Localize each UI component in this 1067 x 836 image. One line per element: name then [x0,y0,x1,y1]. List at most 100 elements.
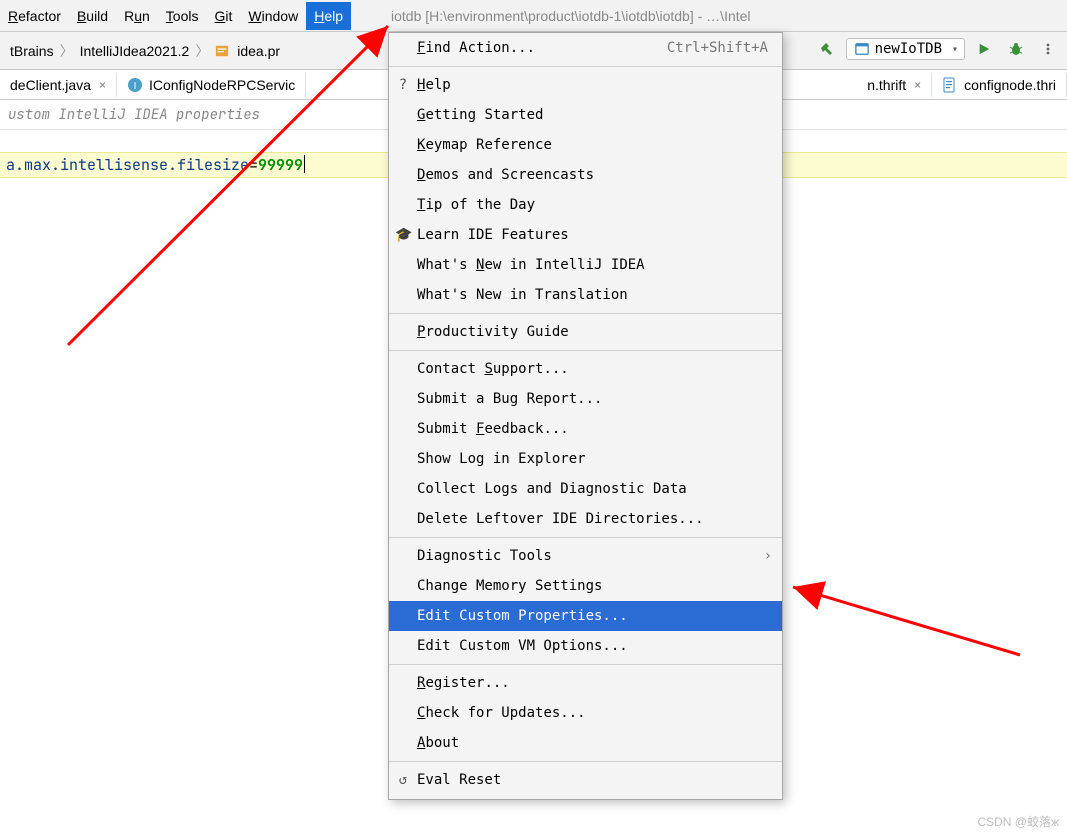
play-icon [977,42,991,56]
breadcrumb-item[interactable]: tBrains [6,41,58,61]
menu-item-label: About [417,735,459,751]
menu-item-label: Find Action... [417,40,535,56]
run-config-selector[interactable]: newIoTDB [846,38,965,60]
menu-item-label: Keymap Reference [417,137,552,153]
code-equals: = [249,155,258,175]
menu-item-productivity-guide[interactable]: Productivity Guide [389,317,782,347]
menu-item-collect-logs-and-diagnostic-data[interactable]: Collect Logs and Diagnostic Data [389,474,782,504]
tab-n-thrift[interactable]: n.thrift × [857,73,932,97]
menu-item-label: Tip of the Day [417,197,535,213]
menu-item-label: Submit a Bug Report... [417,391,602,407]
submenu-arrow-icon: › [764,548,772,564]
menu-item-what-s-new-in-intellij-idea[interactable]: What's New in IntelliJ IDEA [389,250,782,280]
menu-separator [389,664,782,665]
help-icon: ? [395,77,411,93]
menu-git[interactable]: Git [206,2,240,30]
code-property-value: 99999 [258,155,303,175]
menu-item-edit-custom-vm-options[interactable]: Edit Custom VM Options... [389,631,782,661]
menu-item-contact-support[interactable]: Contact Support... [389,354,782,384]
menu-item-label: Edit Custom VM Options... [417,638,628,654]
menu-shortcut: Ctrl+Shift+A [667,40,768,56]
menu-item-label: Collect Logs and Diagnostic Data [417,481,687,497]
properties-file-icon [215,44,229,58]
tab-iconfignoderpcservice[interactable]: I IConfigNodeRPCServic [117,73,306,97]
menu-item-what-s-new-in-translation[interactable]: What's New in Translation [389,280,782,310]
tab-label: n.thrift [867,77,906,93]
menu-window[interactable]: Window [240,2,306,30]
menu-separator [389,350,782,351]
menu-item-label: Delete Leftover IDE Directories... [417,511,704,527]
menu-item-help[interactable]: ? Help [389,70,782,100]
menu-item-getting-started[interactable]: Getting Started [389,100,782,130]
menu-item-label: Edit Custom Properties... [417,608,628,624]
menu-tools[interactable]: Tools [158,2,207,30]
menu-item-keymap-reference[interactable]: Keymap Reference [389,130,782,160]
breadcrumb[interactable]: tBrains 〉 IntelliJIdea2021.2 〉 idea.pr [6,41,284,61]
menu-item-submit-a-bug-report[interactable]: Submit a Bug Report... [389,384,782,414]
tab-confignode-thrift[interactable]: confignode.thri [932,73,1067,97]
menu-run[interactable]: Run [116,2,158,30]
menu-item-label: What's New in IntelliJ IDEA [417,257,645,273]
hammer-icon [819,41,835,57]
menu-item-find-action[interactable]: Find Action... Ctrl+Shift+A [389,33,782,63]
menu-item-register[interactable]: Register... [389,668,782,698]
menu-separator [389,66,782,67]
menu-item-label: Change Memory Settings [417,578,602,594]
bug-icon [1008,41,1024,57]
graduation-icon: 🎓 [395,227,411,243]
menu-item-demos-and-screencasts[interactable]: Demos and Screencasts [389,160,782,190]
debug-button[interactable] [1003,36,1029,62]
menu-help[interactable]: Help [306,2,351,30]
menu-build[interactable]: Build [69,2,116,30]
close-icon[interactable]: × [99,78,106,92]
menu-item-label: Eval Reset [417,772,501,788]
menu-item-tip-of-the-day[interactable]: Tip of the Day [389,190,782,220]
menu-item-delete-leftover-ide-directories[interactable]: Delete Leftover IDE Directories... [389,504,782,534]
breadcrumb-item[interactable]: idea.pr [211,41,284,61]
build-button[interactable] [814,36,840,62]
tab-declient-java[interactable]: deClient.java × [0,73,117,97]
run-button[interactable] [971,36,997,62]
menubar: Refactor Build Run Tools Git Window Help… [0,0,1067,32]
tab-label: confignode.thri [964,77,1056,93]
tab-label: deClient.java [10,77,91,93]
menu-separator [389,537,782,538]
help-menu-dropdown: Find Action... Ctrl+Shift+A? Help Getting S… [388,32,783,800]
menu-item-about[interactable]: About [389,728,782,758]
menu-item-label: Diagnostic Tools [417,548,552,564]
kebab-icon [1042,43,1054,55]
menu-refactor[interactable]: Refactor [0,2,69,30]
code-property-key: a.max.intellisense.filesize [6,155,249,175]
refresh-icon: ↺ [395,772,411,788]
application-icon [855,42,869,56]
menu-item-label: Help [417,77,451,93]
menu-item-label: Show Log in Explorer [417,451,586,467]
run-config-label: newIoTDB [875,41,942,57]
svg-text:I: I [134,81,137,92]
thrift-file-icon [942,77,958,93]
window-title: iotdb [H:\environment\product\iotdb-1\io… [391,8,751,24]
menu-item-diagnostic-tools[interactable]: Diagnostic Tools › [389,541,782,571]
close-icon[interactable]: × [914,78,921,92]
menu-item-submit-feedback[interactable]: Submit Feedback... [389,414,782,444]
run-toolbar: newIoTDB [814,36,1061,62]
menu-item-eval-reset[interactable]: ↺ Eval Reset [389,765,782,795]
menu-item-label: Demos and Screencasts [417,167,594,183]
breadcrumb-item[interactable]: IntelliJIdea2021.2 [76,41,194,61]
breadcrumb-sep: 〉 [58,41,76,61]
menu-item-learn-ide-features[interactable]: 🎓 Learn IDE Features [389,220,782,250]
menu-item-label: What's New in Translation [417,287,628,303]
menu-item-check-for-updates[interactable]: Check for Updates... [389,698,782,728]
tab-label: IConfigNodeRPCServic [149,77,295,93]
menu-item-label: Submit Feedback... [417,421,569,437]
menu-item-label: Productivity Guide [417,324,569,340]
watermark: CSDN @蛟落ж [977,813,1059,830]
java-interface-icon: I [127,77,143,93]
menu-item-change-memory-settings[interactable]: Change Memory Settings [389,571,782,601]
more-run-button[interactable] [1035,36,1061,62]
menu-item-show-log-in-explorer[interactable]: Show Log in Explorer [389,444,782,474]
menu-separator [389,313,782,314]
menu-item-edit-custom-properties[interactable]: Edit Custom Properties... [389,601,782,631]
menu-item-label: Learn IDE Features [417,227,569,243]
menu-item-label: Contact Support... [417,361,569,377]
